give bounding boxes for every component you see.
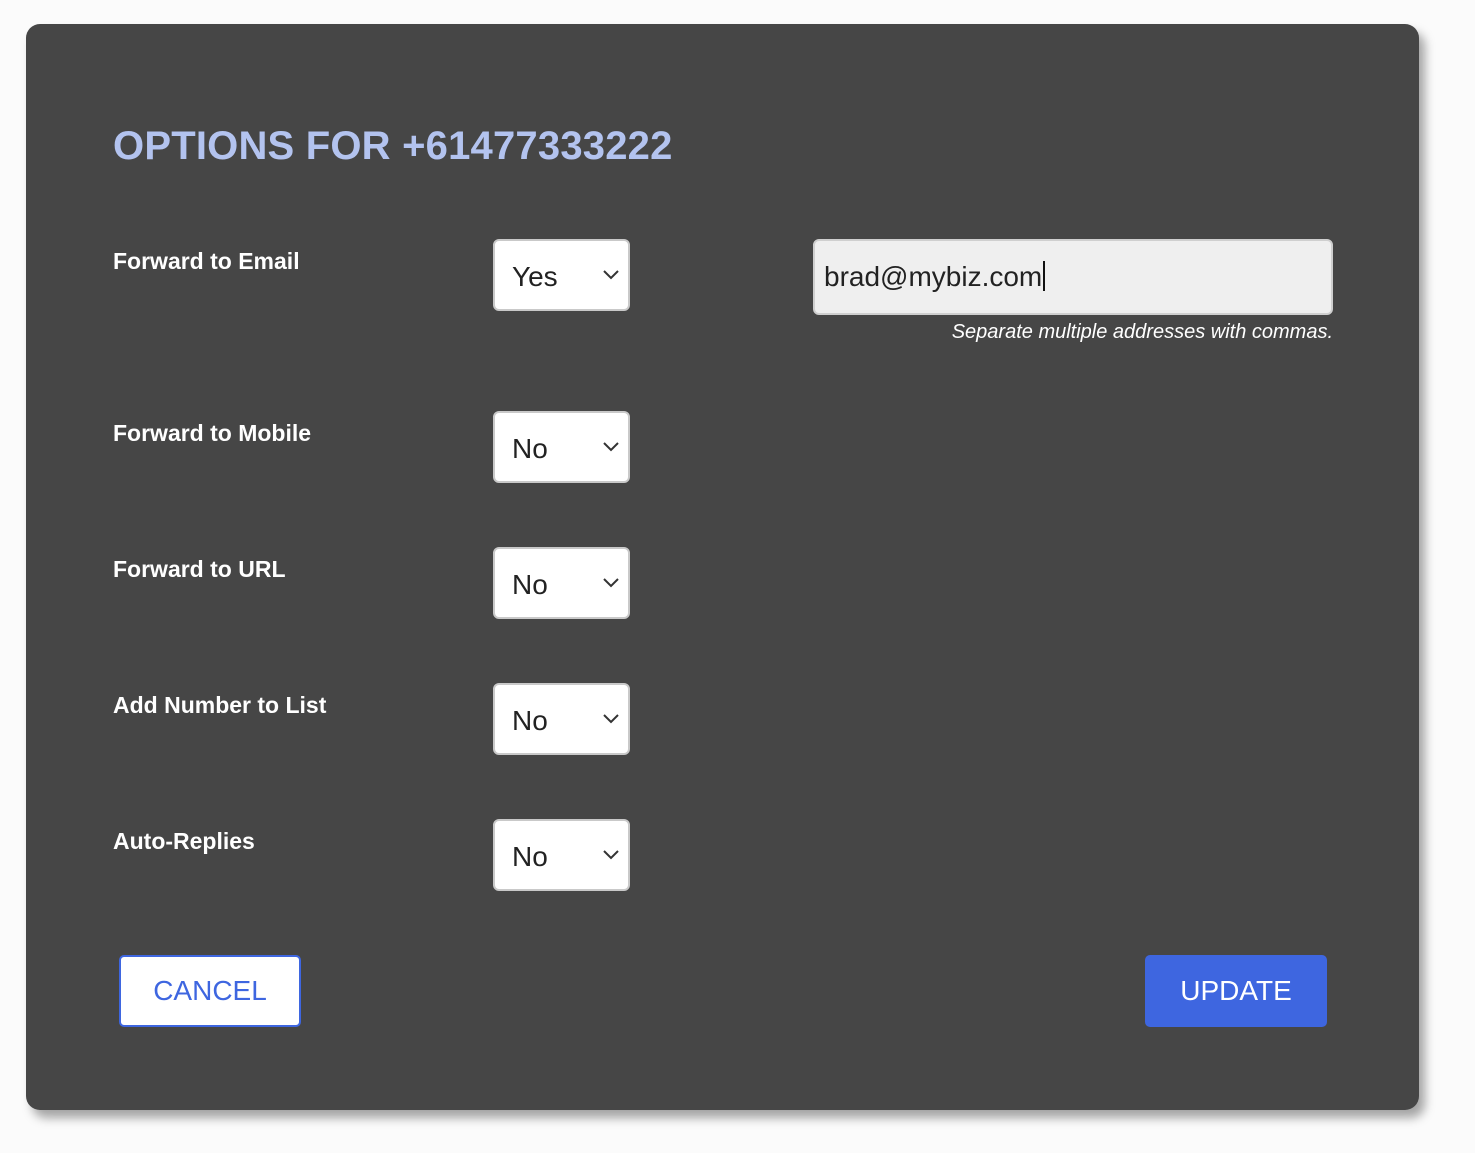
chevron-down-icon [603,442,619,452]
forward-to-url-select[interactable]: No [493,547,630,619]
email-hint: Separate multiple addresses with commas. [951,321,1333,343]
cancel-button[interactable]: CANCEL [119,955,301,1027]
email-address-input[interactable]: brad@mybiz.com [813,239,1333,315]
options-dialog: OPTIONS FOR +61477333222 Forward to Emai… [26,24,1419,1110]
auto-replies-label: Auto-Replies [113,828,255,854]
forward-to-email-value: Yes [512,261,558,292]
add-number-to-list-value: No [512,705,548,736]
update-button[interactable]: UPDATE [1145,955,1327,1027]
dialog-title: OPTIONS FOR +61477333222 [113,124,673,168]
forward-to-email-label: Forward to Email [113,248,300,274]
forward-to-mobile-value: No [512,433,548,464]
auto-replies-select[interactable]: No [493,819,630,891]
chevron-down-icon [603,714,619,724]
chevron-down-icon [603,578,619,588]
forward-to-url-value: No [512,569,548,600]
chevron-down-icon [603,270,619,280]
forward-to-mobile-select[interactable]: No [493,411,630,483]
forward-to-email-select[interactable]: Yes [493,239,630,311]
add-number-to-list-select[interactable]: No [493,683,630,755]
forward-to-mobile-label: Forward to Mobile [113,420,312,446]
text-caret [1043,261,1046,291]
auto-replies-value: No [512,841,548,872]
forward-to-url-label: Forward to URL [113,556,286,582]
add-number-to-list-label: Add Number to List [113,692,327,718]
email-address-value: brad@mybiz.com [824,261,1046,293]
chevron-down-icon [603,850,619,860]
